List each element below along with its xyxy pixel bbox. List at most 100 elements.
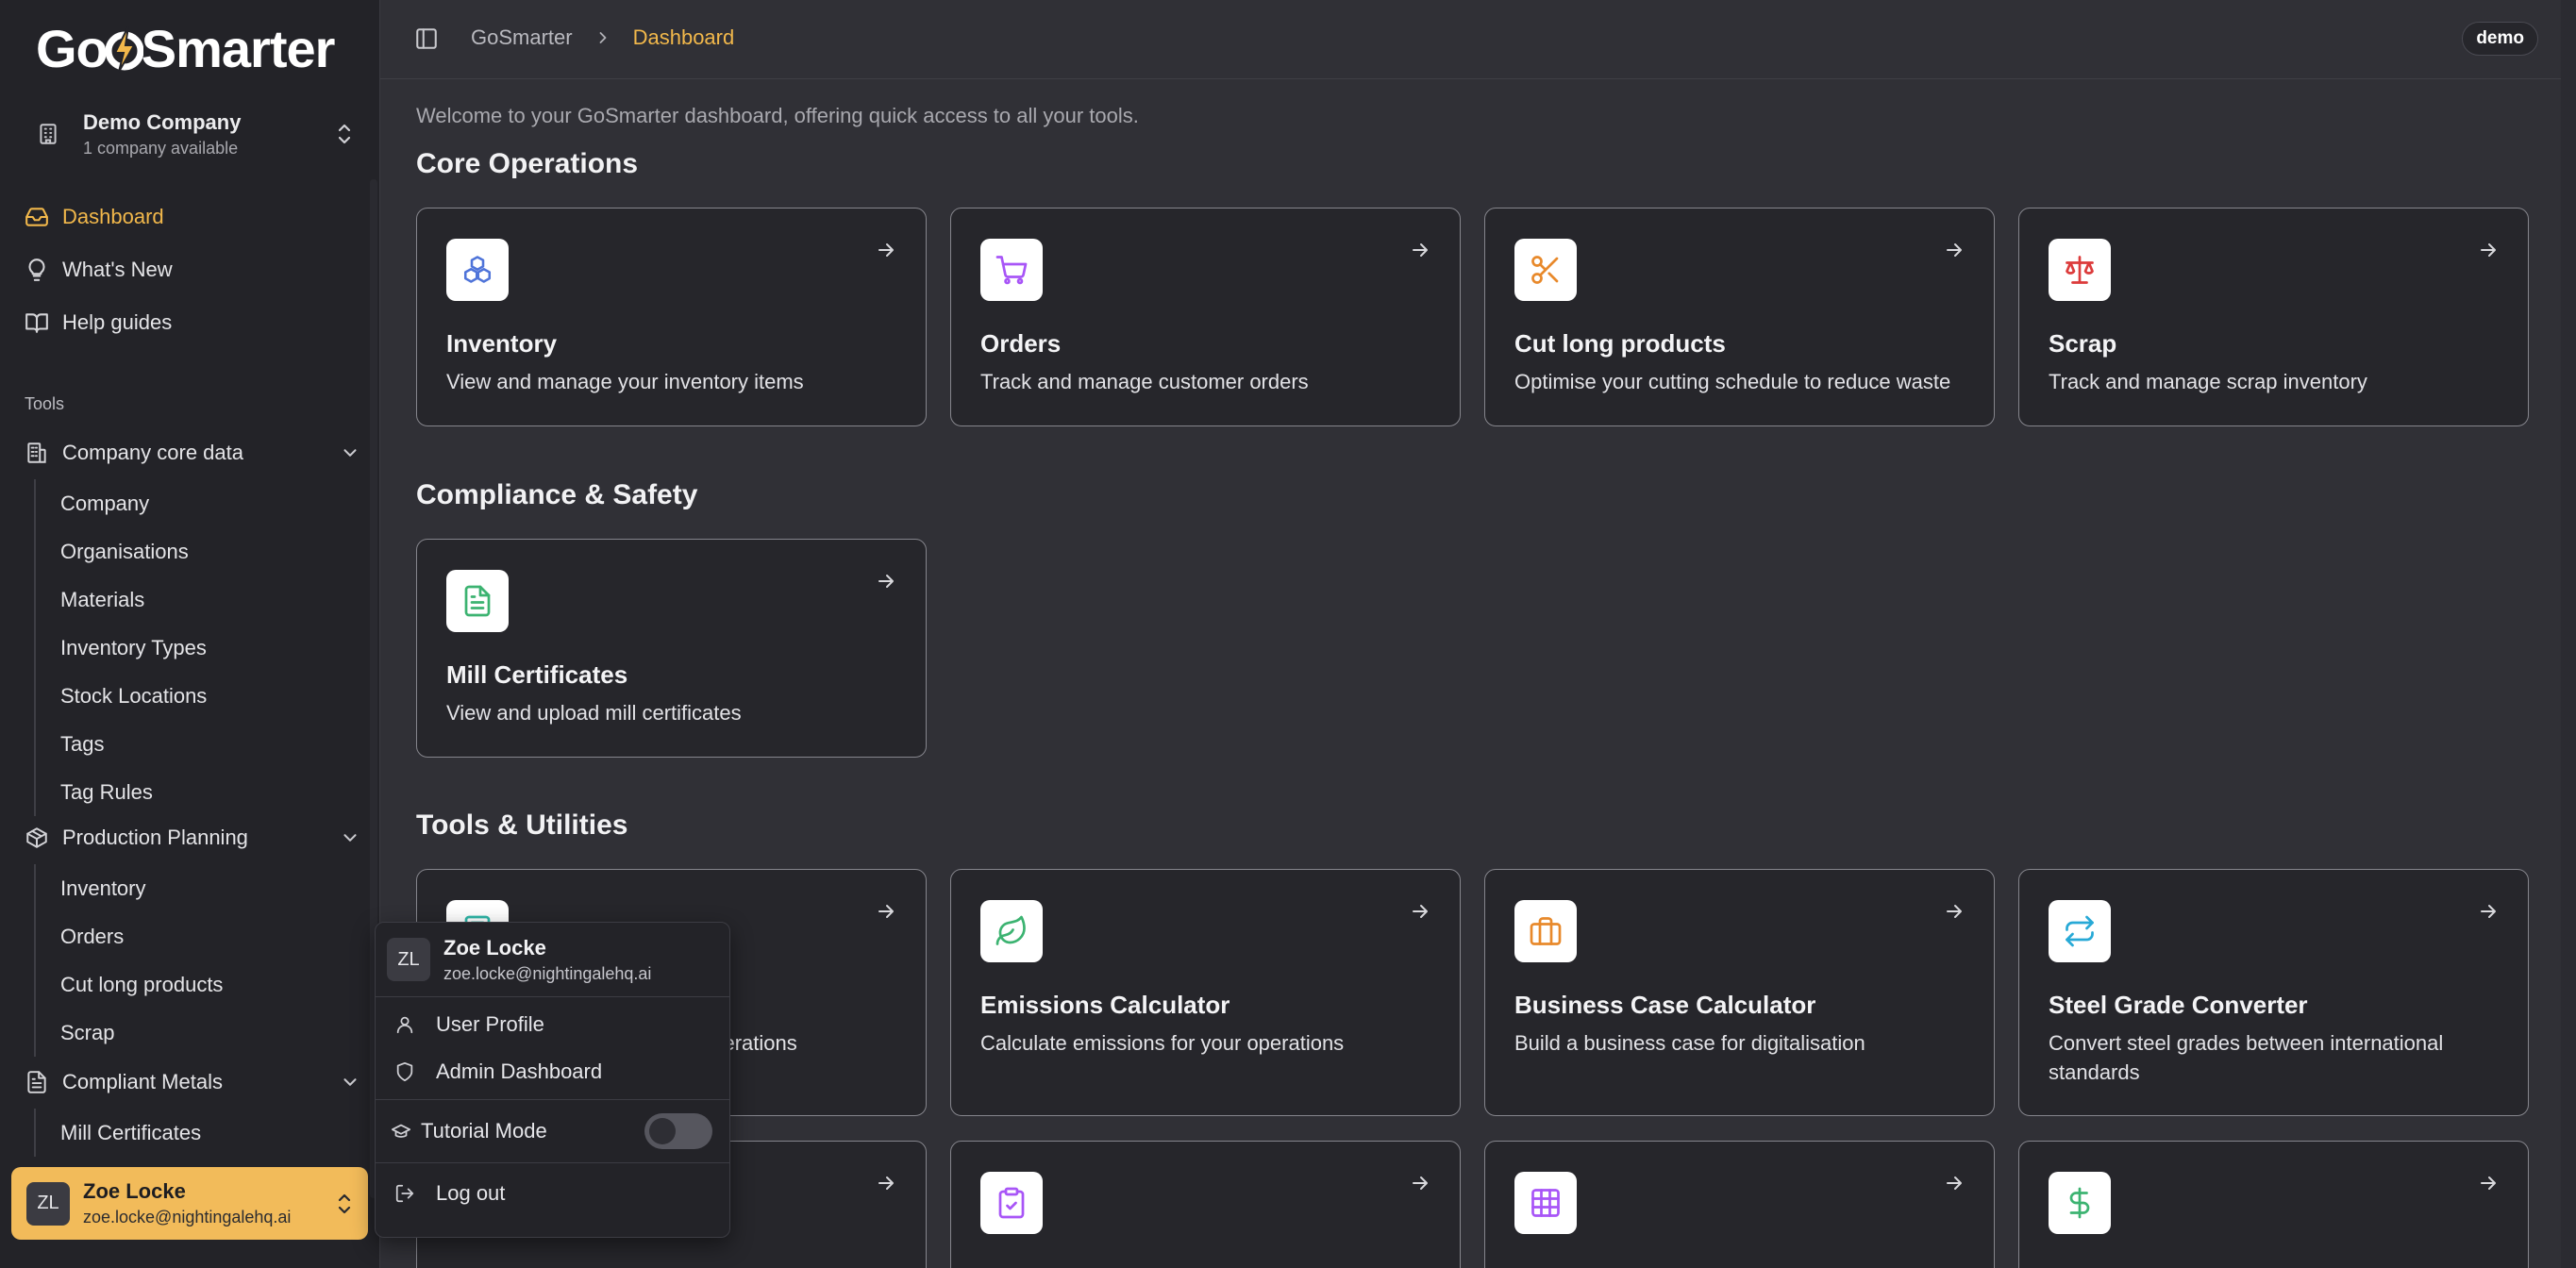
nav-sub-list: Inventory Orders Cut long products Scrap [34,864,368,1057]
card-description: Track and manage scrap inventory [2049,370,2367,393]
card-description: View and manage your inventory items [446,370,804,393]
arrow-right-icon [1413,243,1428,257]
card-description: Convert steel grades between internation… [2049,1031,2444,1084]
card-icon-box [446,239,509,301]
card-steel-grade-converter[interactable]: Steel Grade Converter Convert steel grad… [2018,869,2529,1116]
page-scrollbar[interactable] [2561,0,2576,1268]
arrow-right-icon [2481,905,2496,918]
section-title-tools-utilities: Tools & Utilities [416,809,628,841]
scale-icon [2066,256,2094,284]
user-account-button[interactable]: ZL Zoe Locke zoe.locke@nightingalehq.ai [11,1167,368,1240]
nav-sub-item-stock-locations[interactable]: Stock Locations [36,672,368,720]
menu-item-label: Admin Dashboard [436,1059,603,1083]
card-icon-box [2049,239,2111,301]
menu-item-tutorial-mode[interactable]: Tutorial Mode [376,1100,729,1162]
arrow-right-icon [878,575,894,588]
card-title: Scrap [2049,329,2117,358]
nav-sub-item-organisations[interactable]: Organisations [36,527,368,576]
card-icon-box [446,570,509,632]
nav-item-help-guides[interactable]: Help guides [19,296,368,349]
user-menu-dropdown: ZL Zoe Locke zoe.locke@nightingalehq.ai … [375,922,730,1238]
file-text-icon [27,1071,46,1093]
card-title: Mill Certificates [446,660,628,689]
section-title-core-operations: Core Operations [416,148,639,179]
avatar: ZL [387,938,430,981]
user-menu-email: zoe.locke@nightingalehq.ai [443,963,652,983]
nav-group-toggle-compliant-metals[interactable]: Compliant Metals [19,1056,368,1109]
card-cut-long-products[interactable]: Cut long products Optimise your cutting … [1484,208,1995,426]
shield-icon [396,1061,413,1082]
user-name: Zoe Locke [83,1179,186,1203]
card-icon-box [2049,900,2111,962]
nav-group-label: Compliant Metals [62,1070,223,1093]
boxes-icon [463,256,492,283]
nav-sub-item-mill-certificates[interactable]: Mill Certificates [36,1109,368,1157]
book-open-icon [25,313,48,333]
nav-label-dashboard: Dashboard [62,205,164,228]
lightbulb-icon [28,259,45,281]
nav-group-toggle-company-core-data[interactable]: Company core data [19,426,368,479]
log-out-icon [395,1184,414,1203]
nav-sub-item-inventory-types[interactable]: Inventory Types [36,624,368,672]
nav-item-whats-new[interactable]: What's New [19,243,368,296]
menu-item-log-out[interactable]: Log out [376,1163,729,1224]
repeat-icon [2066,915,2094,947]
arrow-right-icon [878,905,894,918]
bolt-icon [105,25,143,73]
nav-sub-item-scrap[interactable]: Scrap [36,1009,368,1057]
nav-group-toggle-production-planning[interactable]: Production Planning [19,811,368,864]
welcome-text: Welcome to your GoSmarter dashboard, off… [416,104,1139,127]
nav-sub-item-company[interactable]: Company [36,479,368,527]
breadcrumb-root-link[interactable]: GoSmarter [471,25,573,50]
graduation-cap-icon [391,1124,411,1138]
section-title-compliance-safety: Compliance & Safety [416,479,698,510]
user-menu-header: ZL Zoe Locke zoe.locke@nightingalehq.ai [376,923,729,996]
arrow-right-icon [1947,1176,1962,1190]
card-business-case-calculator[interactable]: Business Case Calculator Build a busines… [1484,869,1995,1116]
nav-sub-item-tag-rules[interactable]: Tag Rules [36,768,368,816]
chevrons-up-down-icon [338,124,351,144]
sidebar: Go Smarter Demo Company 1 company availa… [0,0,380,1268]
card-tool-row2-4[interactable] [2018,1141,2529,1268]
user-email: zoe.locke@nightingalehq.ai [83,1208,292,1226]
card-title: Emissions Calculator [980,991,1230,1019]
nav-sub-item-inventory[interactable]: Inventory [36,864,368,912]
card-icon-box [980,239,1043,301]
card-description: Track and manage customer orders [980,370,1309,393]
gosmarter-logo[interactable]: Go Smarter [36,19,335,79]
nav-group-label: Production Planning [62,826,248,849]
card-title: Steel Grade Converter [2049,991,2308,1019]
card-orders[interactable]: Orders Track and manage customer orders [950,208,1461,426]
card-title: Orders [980,329,1062,358]
chevron-right-icon [599,32,607,43]
nav-item-dashboard[interactable]: Dashboard [19,191,368,243]
arrow-right-icon [878,1176,894,1190]
arrow-right-icon [1947,243,1962,257]
sidebar-toggle-icon[interactable] [414,26,439,51]
arrow-right-icon [1413,1176,1428,1190]
nav-sub-item-tags[interactable]: Tags [36,720,368,768]
card-mill-certificates[interactable]: Mill Certificates View and upload mill c… [416,539,927,758]
card-icon-box [1514,900,1577,962]
menu-item-user-profile[interactable]: User Profile [376,1001,729,1048]
card-tool-row2-2[interactable] [950,1141,1461,1268]
breadcrumb: GoSmarter Dashboard [471,25,734,50]
scissors-icon [1531,256,1559,284]
card-tool-row2-3[interactable] [1484,1141,1995,1268]
user-menu-name: Zoe Locke [443,935,546,959]
nav-group-company-core-data: Company core data Company Organisations … [19,426,368,816]
nav-sub-item-orders[interactable]: Orders [36,912,368,960]
nav-sub-item-cut-long-products[interactable]: Cut long products [36,960,368,1009]
nav-sub-item-materials[interactable]: Materials [36,576,368,624]
card-description: Optimise your cutting schedule to reduce… [1514,370,1951,393]
card-emissions-calculator[interactable]: Emissions Calculator Calculate emissions… [950,869,1461,1116]
company-switcher[interactable]: Demo Company 1 company available [19,100,362,168]
card-icon-box [980,900,1043,962]
nav-label-help-guides: Help guides [62,310,173,334]
nav-group-production-planning: Production Planning Inventory Orders Cut… [19,811,368,1057]
card-scrap[interactable]: Scrap Track and manage scrap inventory [2018,208,2529,426]
menu-item-admin-dashboard[interactable]: Admin Dashboard [376,1048,729,1095]
card-inventory[interactable]: Inventory View and manage your inventory… [416,208,927,426]
tutorial-mode-toggle[interactable] [644,1113,712,1149]
card-title: Cut long products [1514,329,1726,358]
